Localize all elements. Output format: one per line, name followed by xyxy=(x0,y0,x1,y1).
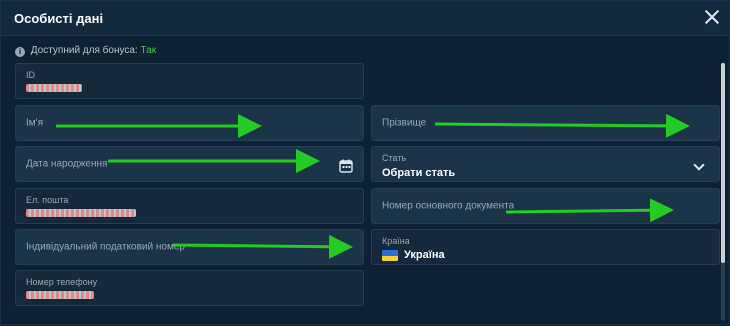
document-number-input[interactable]: Номер основного документа xyxy=(371,188,720,224)
country-value: Україна xyxy=(404,249,445,261)
email-label: Ел. пошта xyxy=(26,195,69,205)
chevron-down-icon[interactable] xyxy=(693,159,705,171)
id-label: ID xyxy=(26,70,35,80)
phone-value-redacted xyxy=(26,291,94,299)
phone-label: Номер телефону xyxy=(26,277,98,287)
document-number-label: Номер основного документа xyxy=(382,200,515,212)
gender-label: Стать xyxy=(382,153,407,163)
last-name-input[interactable]: Прізвище xyxy=(371,105,720,141)
country-label: Країна xyxy=(382,236,410,246)
email-field: Ел. пошта xyxy=(15,188,364,224)
scrollbar-thumb[interactable] xyxy=(721,63,725,263)
gender-select[interactable]: Стать Обрати стать xyxy=(371,146,720,182)
birth-date-label: Дата народження xyxy=(26,158,108,170)
dialog-header: Особисті дані xyxy=(1,1,729,36)
bonus-eligibility: i Доступний для бонуса: Так xyxy=(15,45,156,57)
first-name-label: Ім'я xyxy=(26,117,43,129)
bonus-value: Так xyxy=(140,45,157,56)
email-value-redacted xyxy=(26,209,136,217)
close-icon[interactable] xyxy=(703,8,721,26)
tax-id-label: Індивідуальний податковий номер xyxy=(26,241,185,253)
gender-value: Обрати стать xyxy=(382,167,456,179)
tax-id-input[interactable]: Індивідуальний податковий номер xyxy=(15,229,364,265)
dialog-title: Особисті дані xyxy=(14,11,104,26)
country-field: Країна Україна xyxy=(371,229,720,265)
personal-data-dialog: Особисті дані i Доступний для бонуса: Та… xyxy=(0,0,730,325)
last-name-label: Прізвище xyxy=(382,117,427,129)
ukraine-flag-icon xyxy=(382,250,398,261)
first-name-input[interactable]: Ім'я xyxy=(15,105,364,141)
birth-date-input[interactable]: Дата народження xyxy=(15,146,364,182)
id-field: ID xyxy=(15,63,364,99)
calendar-icon[interactable] xyxy=(339,159,353,173)
info-icon: i xyxy=(15,47,25,57)
phone-field: Номер телефону xyxy=(15,270,364,306)
bonus-label: Доступний для бонуса: xyxy=(30,45,138,56)
id-value-redacted xyxy=(26,84,82,92)
